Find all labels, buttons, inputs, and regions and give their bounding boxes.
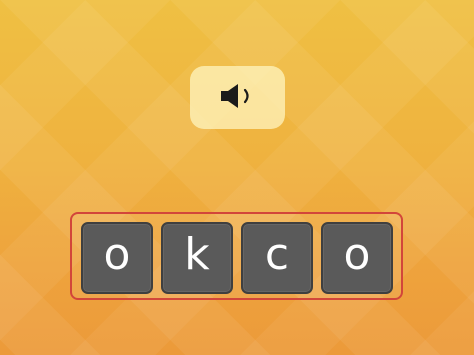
letter-tile-label: o xyxy=(103,229,131,280)
letter-tile-label: o xyxy=(343,229,371,280)
letter-tile-label: k xyxy=(184,229,210,280)
letter-tile-2[interactable]: k xyxy=(161,222,233,294)
letter-tile-label: c xyxy=(264,229,290,280)
letter-tile-1[interactable]: o xyxy=(81,222,153,294)
speaker-icon xyxy=(217,80,259,116)
letter-tile-3[interactable]: c xyxy=(241,222,313,294)
game-board: o k c o xyxy=(0,0,474,355)
letter-tile-row: o k c o xyxy=(70,212,403,300)
play-sound-button[interactable] xyxy=(190,66,285,129)
letter-tile-4[interactable]: o xyxy=(321,222,393,294)
